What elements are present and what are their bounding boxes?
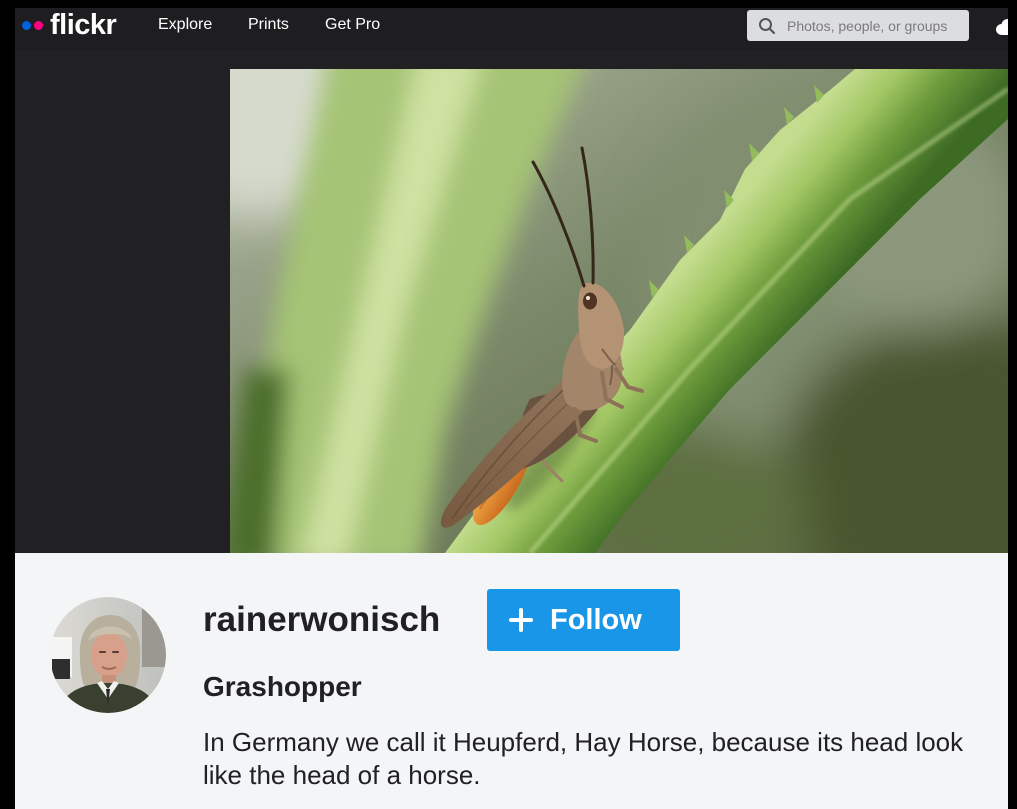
search-icon[interactable] bbox=[758, 17, 776, 35]
photo-description: In Germany we call it Heupferd, Hay Hors… bbox=[203, 727, 964, 790]
logo-text: flickr bbox=[50, 9, 117, 41]
photo-title: Grashopper bbox=[203, 671, 362, 702]
nav-prints[interactable]: Prints bbox=[248, 15, 289, 35]
logo-blue-dot bbox=[22, 20, 31, 30]
flickr-photo-page: flickr Explore Prints Get Pro Photos, pe… bbox=[15, 8, 1008, 809]
photo-info-panel: rainerwonisch Follow Grashopper In Germa… bbox=[15, 553, 1008, 809]
follow-label: Follow bbox=[550, 604, 642, 636]
search-input[interactable] bbox=[787, 10, 965, 41]
nav-get-pro[interactable]: Get Pro bbox=[325, 15, 380, 35]
photo-viewer[interactable] bbox=[230, 69, 1008, 553]
search-box[interactable] bbox=[747, 10, 969, 41]
logo-pink-dot bbox=[34, 20, 43, 30]
cloud-upload-icon[interactable] bbox=[995, 17, 1008, 37]
nav-explore[interactable]: Explore bbox=[158, 15, 212, 35]
cloud-icon-graphic bbox=[996, 19, 1008, 35]
owner-username[interactable]: rainerwonisch bbox=[203, 600, 440, 640]
follow-button[interactable]: Follow bbox=[487, 589, 680, 651]
avatar-image bbox=[50, 597, 166, 713]
plus-icon bbox=[508, 607, 534, 633]
flickr-logo[interactable]: flickr bbox=[22, 8, 134, 42]
top-nav-bar: flickr Explore Prints Get Pro bbox=[15, 8, 1008, 50]
plus-icon-graphic bbox=[509, 608, 533, 632]
avatar[interactable] bbox=[50, 597, 166, 713]
photo-image bbox=[230, 69, 1008, 553]
search-icon-graphic bbox=[759, 18, 776, 35]
